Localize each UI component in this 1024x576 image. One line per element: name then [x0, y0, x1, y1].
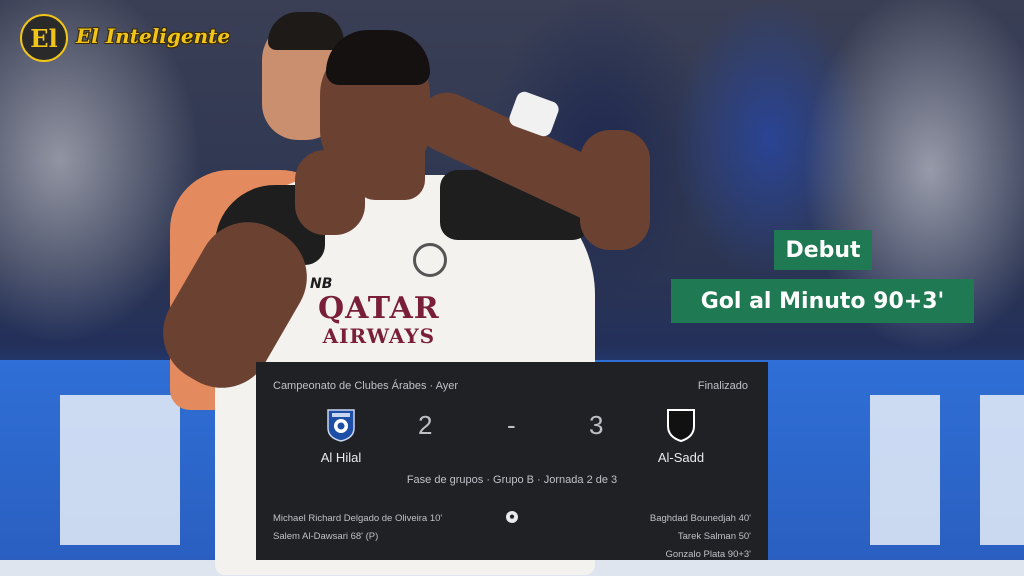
- banner-panel: [980, 395, 1024, 545]
- match-status: Finalizado: [697, 380, 748, 392]
- player-forearm: [580, 130, 650, 250]
- brand-name: El Inteligente: [76, 24, 231, 48]
- kit-brand: NB: [310, 276, 333, 292]
- sponsor-line: AIRWAYS: [322, 324, 436, 348]
- player-hair: [326, 30, 430, 85]
- club-badge-icon: [413, 243, 447, 277]
- al-hilal-crest-icon: [327, 409, 355, 442]
- caption-debut: Debut: [774, 230, 872, 270]
- scorer-item: Salem Al-Dawsari 68' (P): [273, 531, 379, 542]
- home-scorers: Michael Richard Delgado de Oliveira 10' …: [273, 510, 442, 546]
- away-score: 3: [589, 410, 604, 440]
- score-card[interactable]: Campeonato de Clubes Árabes · Ayer Final…: [256, 362, 768, 560]
- banner-panel: [870, 395, 940, 545]
- competition-label: Campeonato de Clubes Árabes · Ayer: [273, 380, 459, 392]
- brand-logo-text: El: [30, 23, 58, 53]
- player-hand: [295, 150, 365, 235]
- banner-panel: [60, 395, 180, 545]
- away-team-name[interactable]: Al-Sadd: [631, 450, 731, 465]
- match-stage: Fase de grupos · Grupo B · Jornada 2 de …: [406, 474, 618, 486]
- scorer-item: Baghdad Bounedjah 40': [649, 513, 751, 524]
- home-team-name[interactable]: Al Hilal: [291, 450, 391, 465]
- scorer-item: Gonzalo Plata 90+3': [665, 549, 751, 560]
- al-sadd-crest-icon: [667, 409, 695, 442]
- shirt-sponsor: QATAR AIRWAYS: [318, 291, 440, 348]
- away-scorers: Baghdad Bounedjah 40' Tarek Salman 50' G…: [650, 510, 751, 564]
- caption-goal: Gol al Minuto 90+3': [671, 279, 974, 323]
- sponsor-line: QATAR: [318, 291, 440, 326]
- referee-hair: [268, 12, 344, 50]
- soccer-ball-icon: [506, 511, 518, 523]
- scorer-item: Michael Richard Delgado de Oliveira 10': [273, 513, 443, 524]
- score-separator: -: [507, 410, 516, 440]
- home-score: 2: [418, 410, 433, 440]
- brand-logo: El: [20, 14, 68, 62]
- scorer-item: Tarek Salman 50': [677, 531, 751, 542]
